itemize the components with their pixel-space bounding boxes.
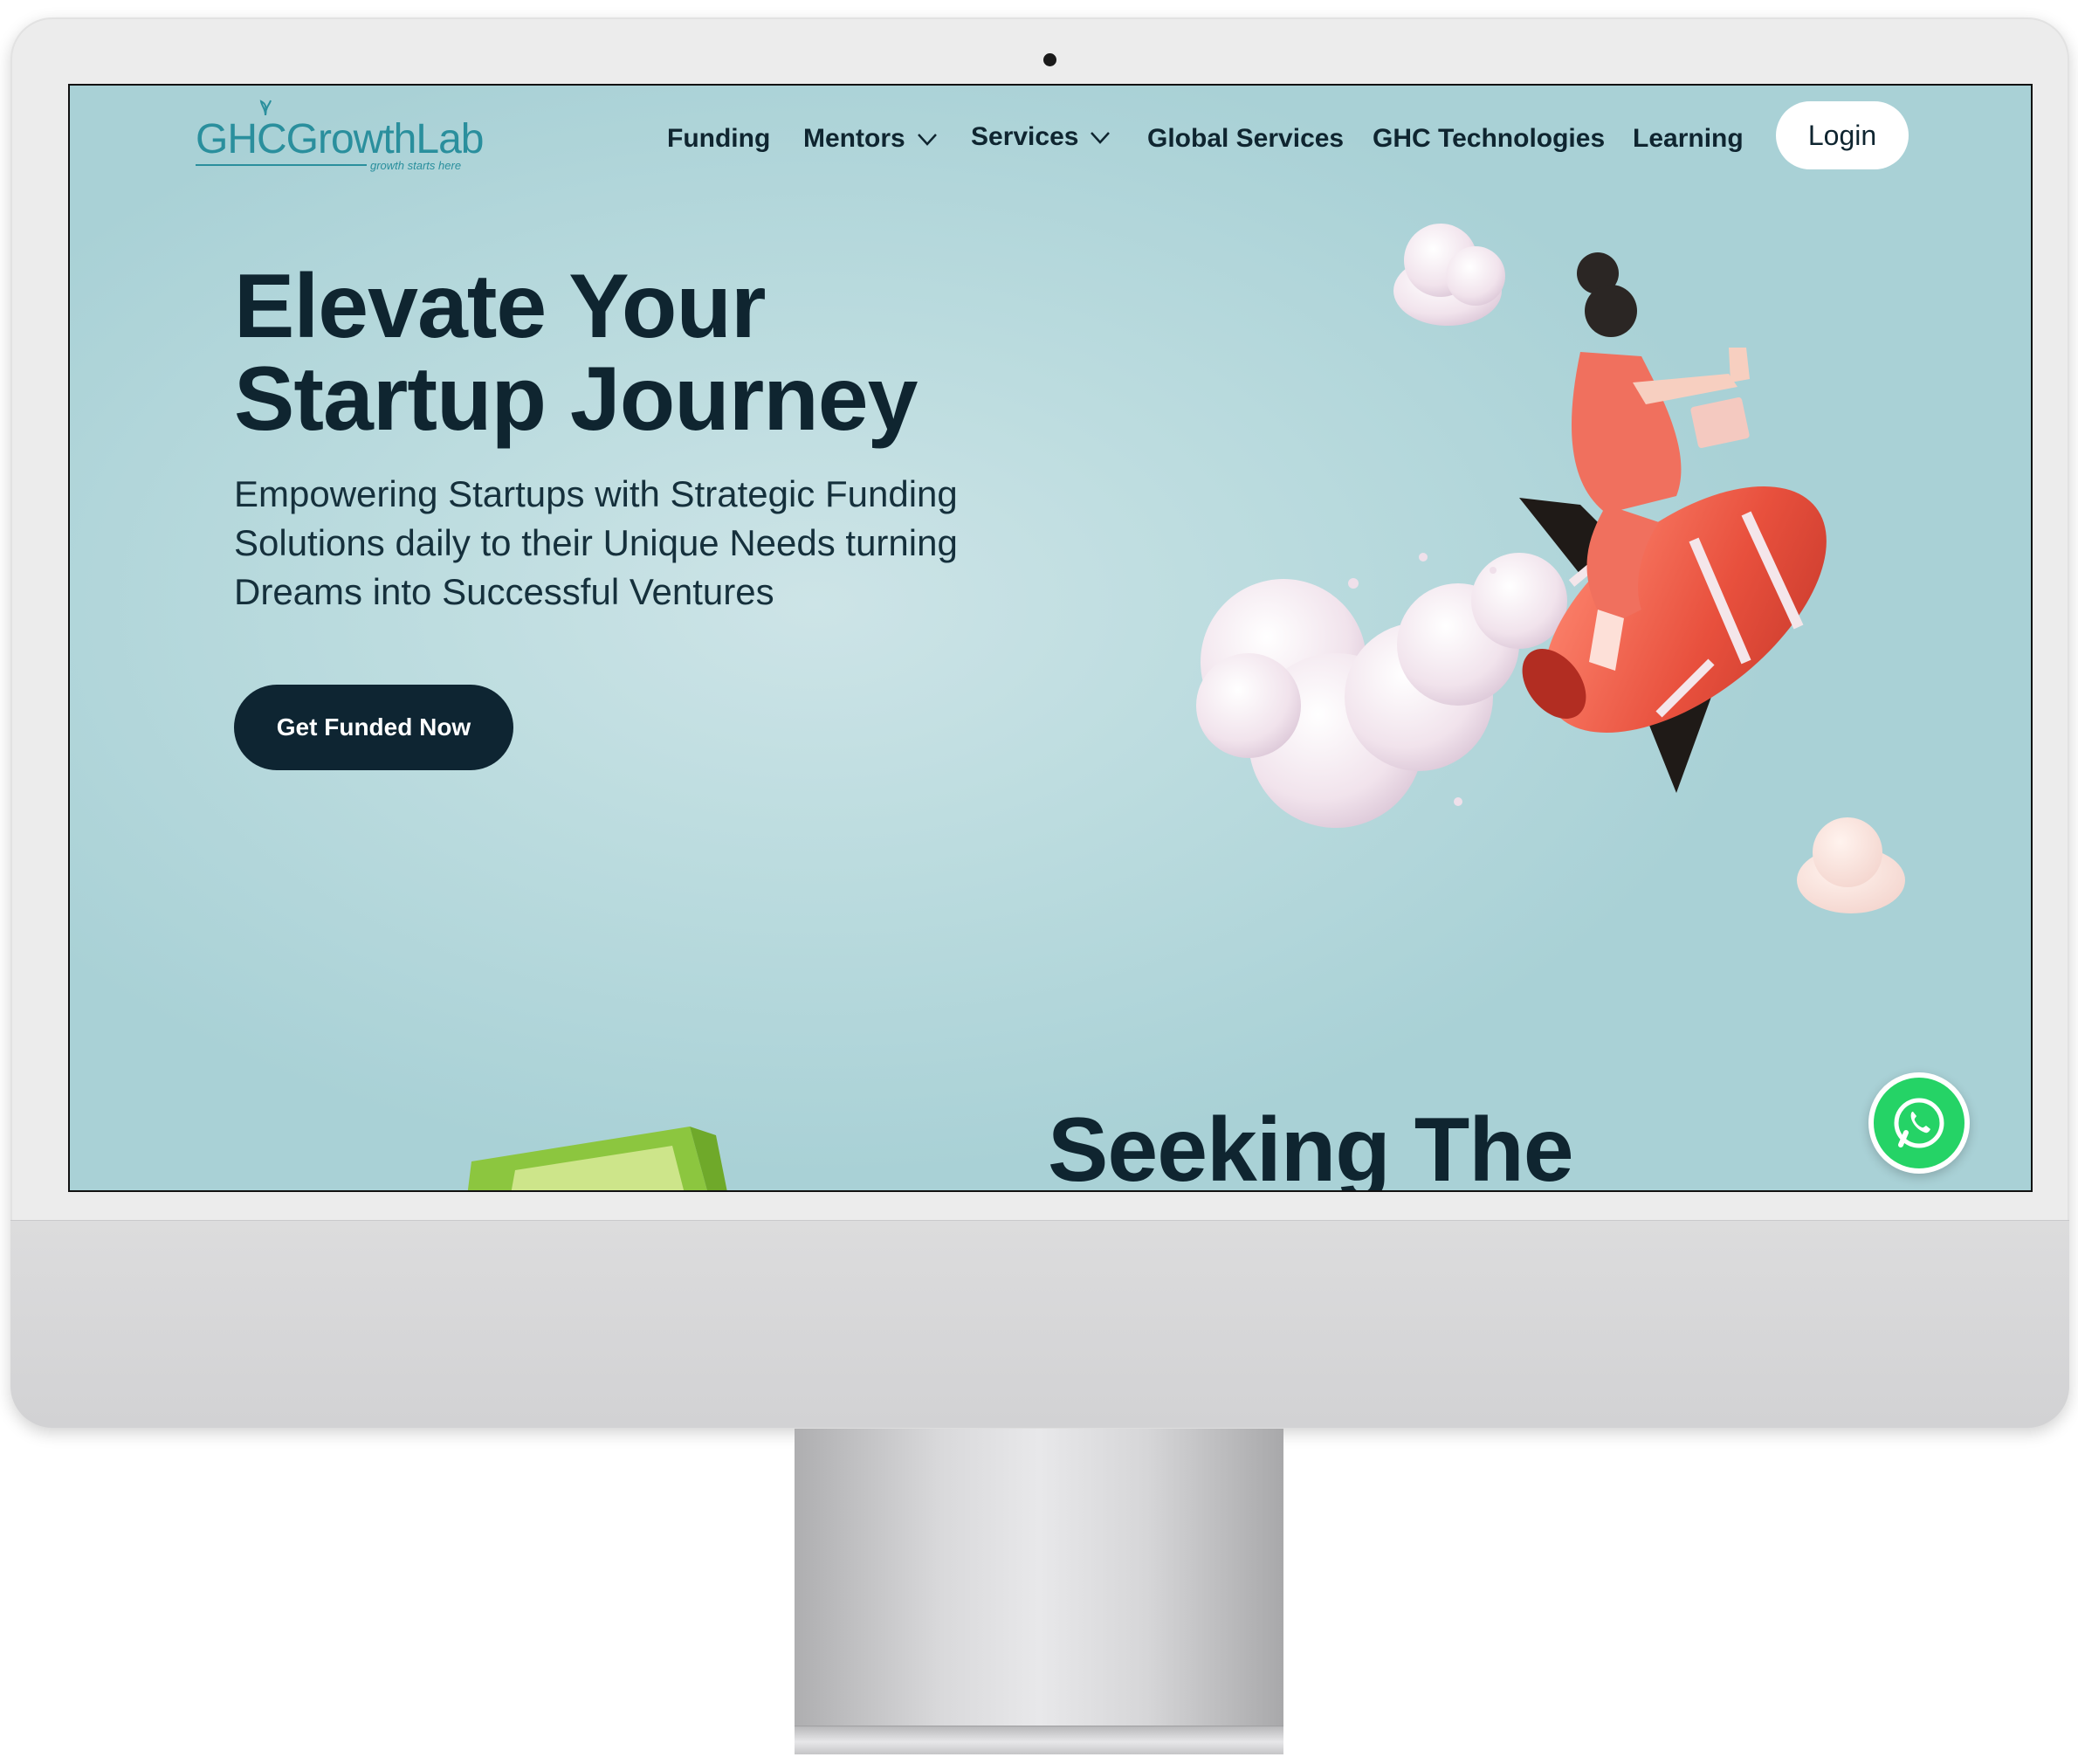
get-funded-button[interactable]: Get Funded Now <box>234 685 513 770</box>
nav-funding[interactable]: Funding <box>667 124 770 154</box>
webcam-dot <box>1043 53 1056 66</box>
nav-services-label: Services <box>971 122 1079 151</box>
logo[interactable]: GHCGrowthLab growth starts here <box>196 98 492 172</box>
nav-learning[interactable]: Learning <box>1633 124 1744 154</box>
monitor-chin <box>10 1220 2069 1428</box>
logo-tagline: growth starts here <box>370 159 462 172</box>
cloud-small <box>1797 817 1905 913</box>
website-screen: GHCGrowthLab growth starts here Funding … <box>68 84 2033 1192</box>
whatsapp-icon <box>1894 1098 1944 1148</box>
nav-services[interactable]: Services <box>971 122 1111 152</box>
nav-learning-label: Learning <box>1633 124 1744 153</box>
nav-global-services-label: Global Services <box>1147 124 1345 153</box>
hero-subtitle: Empowering Startups with Strategic Fundi… <box>234 473 958 612</box>
monitor-frame: GHCGrowthLab growth starts here Funding … <box>10 17 2069 1428</box>
nav-mentors-label: Mentors <box>803 124 905 153</box>
nav-mentors[interactable]: Mentors <box>803 124 939 154</box>
smoke-cloud <box>1196 553 1567 828</box>
section2-title: Seeking The <box>1048 1099 1574 1192</box>
nav-funding-label: Funding <box>667 124 771 153</box>
nav-ghc-technologies[interactable]: GHC Technologies <box>1373 124 1605 154</box>
nav-global-services[interactable]: Global Services <box>1147 124 1344 154</box>
hero-title-line1: Elevate Your <box>234 256 766 357</box>
chevron-down-icon <box>1091 132 1111 144</box>
chevron-down-icon <box>917 134 937 146</box>
monitor-stand <box>795 1429 1283 1754</box>
logo-underline <box>196 164 367 166</box>
hero-title: Elevate Your Startup Journey <box>234 260 1194 445</box>
leaf-icon <box>259 100 272 115</box>
monitor-stand-foot <box>795 1726 1283 1754</box>
nav-ghc-technologies-label: GHC Technologies <box>1373 124 1606 153</box>
hero-title-line2: Startup Journey <box>234 348 918 450</box>
cloud-top <box>1393 224 1505 326</box>
money-illustration <box>467 1127 727 1190</box>
logo-text: GHCGrowthLab <box>196 116 484 162</box>
whatsapp-button[interactable] <box>1868 1072 1970 1174</box>
login-button[interactable]: Login <box>1776 101 1909 169</box>
rocket-illustration <box>1196 224 1905 913</box>
